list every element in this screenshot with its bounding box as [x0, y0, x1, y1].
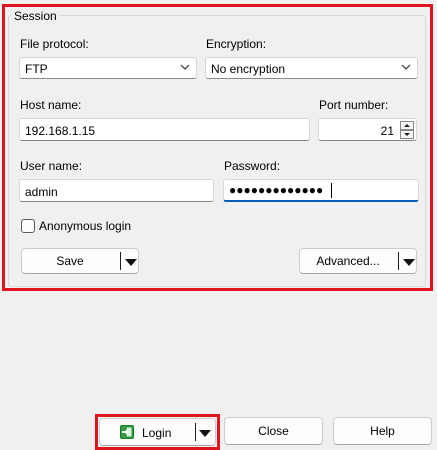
- session-highlight-frame: [2, 4, 433, 291]
- close-button[interactable]: Close: [224, 417, 323, 445]
- login-highlight-frame: [95, 414, 220, 450]
- close-button-label: Close: [258, 424, 289, 438]
- help-button[interactable]: Help: [333, 417, 432, 445]
- help-button-label: Help: [370, 424, 395, 438]
